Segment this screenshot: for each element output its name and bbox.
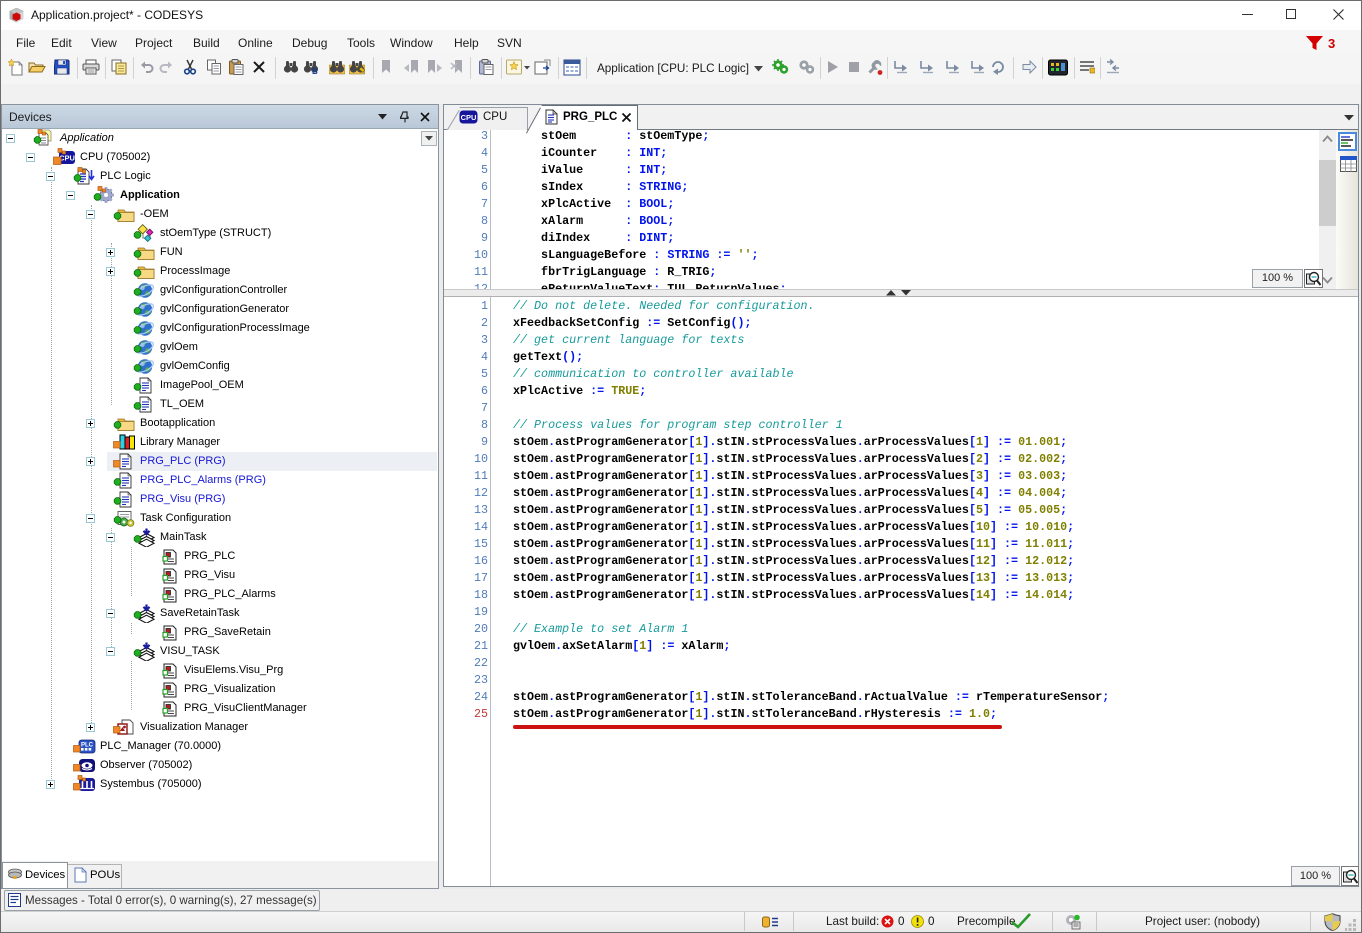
svg-text:CPU: CPU [461, 113, 477, 122]
svg-text:B: B [312, 67, 318, 75]
svg-text:PLC: PLC [81, 743, 94, 749]
svg-text:CPU: CPU [59, 154, 75, 163]
